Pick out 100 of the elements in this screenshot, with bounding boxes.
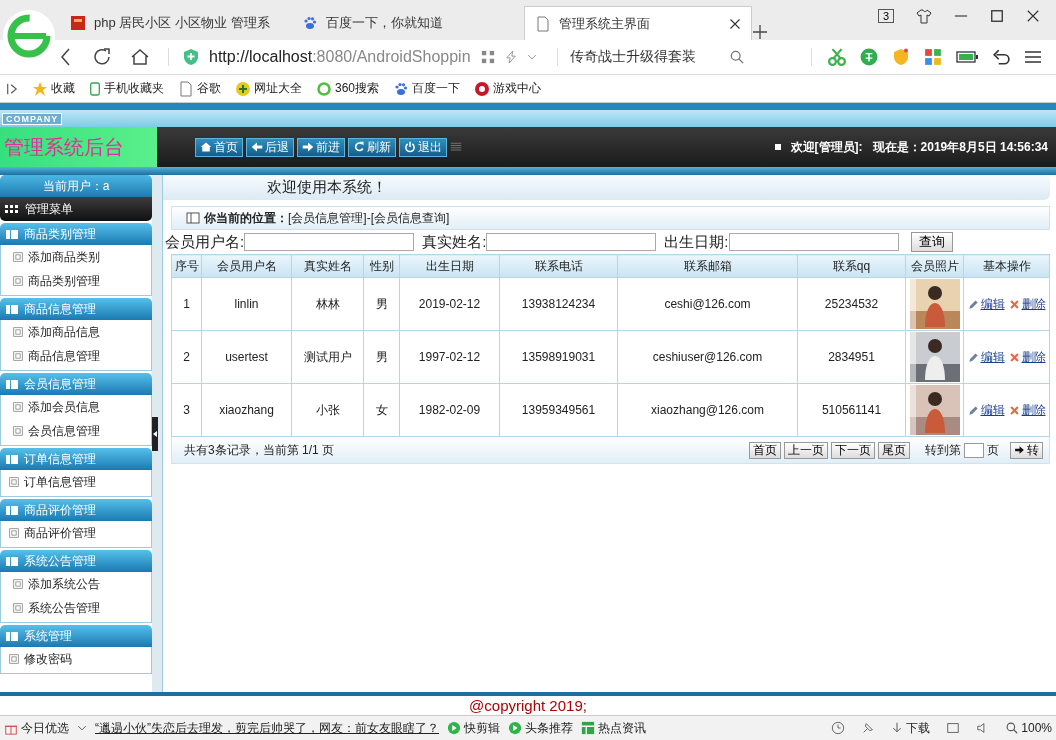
page-unit: 页	[987, 441, 999, 459]
home-icon	[200, 141, 212, 153]
filter-label: 出生日期:	[664, 232, 729, 252]
list-item-icon	[9, 477, 19, 487]
column-header: 出生日期	[399, 254, 500, 278]
table-cell: usertest	[201, 330, 292, 384]
edit-link[interactable]: 编辑	[967, 348, 1005, 366]
nav-button[interactable]: 前进	[297, 137, 345, 157]
paw-icon	[302, 15, 318, 31]
page-button[interactable]: 上一页	[784, 441, 828, 459]
filter-label: 会员用户名:	[165, 232, 245, 252]
menu-item[interactable]: 系统公告管理	[1, 596, 151, 620]
menu-item[interactable]: 商品类别管理	[1, 269, 151, 293]
table-cell: 男	[363, 277, 400, 331]
menu-item[interactable]: 添加商品类别	[1, 245, 151, 269]
menu-title: 管理菜单	[25, 200, 73, 218]
column-header: 会员用户名	[201, 254, 292, 278]
input-field[interactable]	[244, 233, 415, 251]
edit-link[interactable]: 编辑	[967, 295, 1005, 313]
refresh-icon	[92, 47, 112, 67]
table-cell: 小张	[291, 383, 364, 437]
close-icon	[729, 17, 741, 30]
table-cell: 1	[171, 277, 202, 331]
bookmark-link[interactable]: 手机收藏夹	[89, 80, 164, 97]
ring-icon	[316, 80, 332, 97]
page-button[interactable]: 尾页	[878, 441, 910, 459]
status-link[interactable]: 快剪辑	[447, 719, 500, 737]
search-field[interactable]: 传奇战士升级得套装	[556, 48, 720, 66]
table-cell: 2019-02-12	[399, 277, 500, 331]
download-icon	[891, 721, 904, 735]
menu-item[interactable]: 添加系统公告	[1, 572, 151, 596]
list-item-icon	[13, 351, 23, 361]
input-field[interactable]	[486, 233, 657, 251]
browser-tab[interactable]: 管理系统主界面	[524, 6, 752, 40]
record-summary: 共有3条记录，当前第 1/1 页	[184, 441, 335, 459]
news-link[interactable]: “邋遢小伙”失恋后去理发，剪完后帅哭了，网友：前女友眼瞎了？	[95, 719, 439, 737]
system-title: 管理系统后台	[0, 127, 157, 167]
page-button[interactable]: 首页	[749, 441, 781, 459]
group-icon	[6, 303, 18, 315]
nav-button[interactable]: 首页	[195, 137, 243, 157]
go-button[interactable]: 转	[1010, 441, 1043, 459]
nav-button[interactable]: 退出	[399, 137, 447, 157]
group-icon	[6, 630, 18, 642]
bookmark-link[interactable]: 百度一下	[393, 80, 461, 97]
scissors-icon	[828, 48, 846, 66]
group-icon	[6, 504, 18, 516]
page-button[interactable]: 下一页	[831, 441, 875, 459]
group-icon	[6, 453, 18, 465]
daily-picks[interactable]: 今日优选	[4, 719, 69, 737]
pin-icon	[861, 721, 876, 735]
input-field[interactable]	[728, 233, 899, 251]
nav-button[interactable]: 刷新	[348, 137, 396, 157]
column-header: 联系qq	[797, 254, 906, 278]
edit-link[interactable]: 编辑	[967, 401, 1005, 419]
browser-tab[interactable]: php 居民小区 小区物业 管理系	[60, 6, 292, 40]
menu-item[interactable]: 添加会员信息	[1, 395, 151, 419]
bookmark-link[interactable]: 谷歌	[178, 80, 221, 97]
company-logo: COMPANY	[2, 112, 63, 125]
list-item-icon	[9, 654, 19, 664]
bookmark-link[interactable]: 360搜索	[316, 80, 380, 97]
breadcrumb: 你当前的位置：[会员信息管理]-[会员信息查询]	[204, 209, 450, 227]
copyright-text: @copyright 2019;	[469, 697, 587, 714]
menu-item[interactable]: 商品信息管理	[1, 344, 151, 368]
paw-icon	[393, 80, 410, 97]
table-cell: 2	[171, 330, 202, 384]
address-field[interactable]: http://localhost:8080/AndroidShoppin	[209, 48, 471, 66]
delete-link[interactable]: 删除	[1008, 295, 1046, 313]
column-header: 序号	[171, 254, 202, 278]
status-link[interactable]: 热点资讯	[581, 719, 646, 737]
play-icon	[508, 721, 522, 735]
zoom-level[interactable]: 100%	[1006, 721, 1052, 735]
table-cell: 25234532	[797, 277, 906, 331]
page-input[interactable]	[964, 442, 984, 458]
shirt-icon	[916, 8, 932, 24]
browser-tab[interactable]: 百度一下，你就知道	[292, 6, 524, 40]
tab-count[interactable]: 3	[877, 9, 894, 23]
delete-link[interactable]: 删除	[1008, 401, 1046, 419]
download-button[interactable]: 下载	[891, 719, 931, 737]
search-button[interactable]: 查询	[910, 232, 953, 252]
table-cell: 1997-02-12	[399, 330, 500, 384]
list-item-icon	[13, 579, 23, 589]
nav-button[interactable]: 后退	[246, 137, 294, 157]
list-item-icon	[9, 528, 19, 538]
column-header: 基本操作	[963, 254, 1050, 278]
menu-item[interactable]: 添加商品信息	[1, 320, 151, 344]
delete-link[interactable]: 删除	[1008, 348, 1046, 366]
welcome-banner: 欢迎使用本系统！	[163, 175, 1050, 200]
grip-icon	[450, 141, 462, 153]
welcome-text: 欢迎[管理员]:	[790, 138, 863, 156]
bookmark-link[interactable]: 网址大全	[235, 80, 302, 97]
column-header: 联系电话	[499, 254, 618, 278]
battery-icon	[956, 50, 978, 64]
column-header: 联系邮箱	[617, 254, 798, 278]
arrow-right-icon	[1014, 445, 1025, 455]
status-link[interactable]: 头条推荐	[508, 719, 573, 737]
bookmark-link[interactable]: 游戏中心	[474, 80, 542, 97]
bookmark-link[interactable]: 收藏	[32, 80, 75, 97]
list-item-icon	[13, 276, 23, 286]
pencil-icon	[967, 298, 979, 310]
menu-item[interactable]: 会员信息管理	[1, 419, 151, 443]
